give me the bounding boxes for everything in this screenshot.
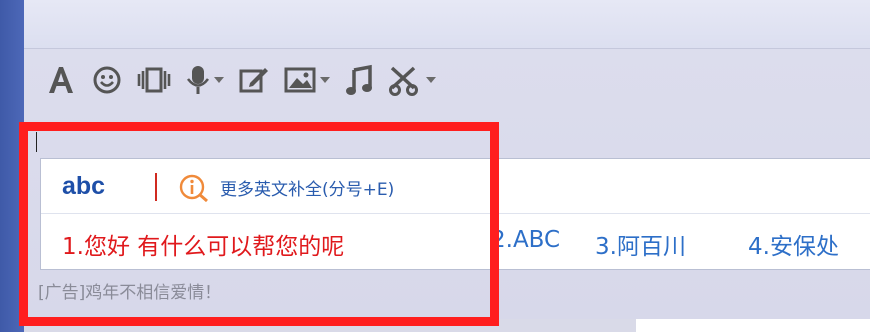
voice-icon <box>186 64 210 96</box>
candidate-3[interactable]: 3.阿百川 <box>595 227 686 261</box>
chevron-down-icon <box>320 77 330 83</box>
candidate-1[interactable]: 1.您好 有什么可以帮您的呢 <box>62 227 344 261</box>
screenshot-button[interactable] <box>388 64 436 96</box>
emoji-button[interactable] <box>92 65 122 95</box>
font-icon <box>44 63 78 97</box>
chat-history-area <box>24 0 870 49</box>
vibrate-button[interactable] <box>136 65 172 95</box>
vibrate-icon <box>136 65 172 95</box>
music-button[interactable] <box>344 64 374 96</box>
emoji-icon <box>92 65 122 95</box>
ad-text[interactable]: [广告]鸡年不相信爱情！ <box>38 278 221 303</box>
note-button[interactable] <box>238 65 270 95</box>
bottom-strip <box>24 319 870 332</box>
font-button[interactable] <box>44 63 78 97</box>
voice-button[interactable] <box>186 64 224 96</box>
scissors-icon <box>388 64 422 96</box>
chevron-down-icon <box>214 77 224 83</box>
composition-row: abc 更多英文补全(分号+E) <box>41 159 870 214</box>
chevron-down-icon <box>426 77 436 83</box>
text-cursor <box>36 132 37 152</box>
music-icon <box>344 64 374 96</box>
image-icon <box>284 66 316 94</box>
edit-note-icon <box>238 65 270 95</box>
more-completions-link[interactable]: 更多英文补全(分号+E) <box>220 175 394 200</box>
image-button[interactable] <box>284 66 330 94</box>
input-toolbar <box>44 60 450 100</box>
candidate-4[interactable]: 4.安保处 <box>748 227 839 261</box>
composition-caret <box>155 173 157 201</box>
composition-text: abc <box>62 172 106 200</box>
candidate-2[interactable]: 2.ABC <box>491 227 560 253</box>
candidate-row: 1.您好 有什么可以帮您的呢 2.ABC 3.阿百川 4.安保处 <box>41 214 870 269</box>
ime-candidate-window: abc 更多英文补全(分号+E) 1.您好 有什么可以帮您的呢 2.ABC 3.… <box>40 158 870 270</box>
window-left-edge <box>0 0 24 332</box>
info-icon <box>179 174 211 206</box>
